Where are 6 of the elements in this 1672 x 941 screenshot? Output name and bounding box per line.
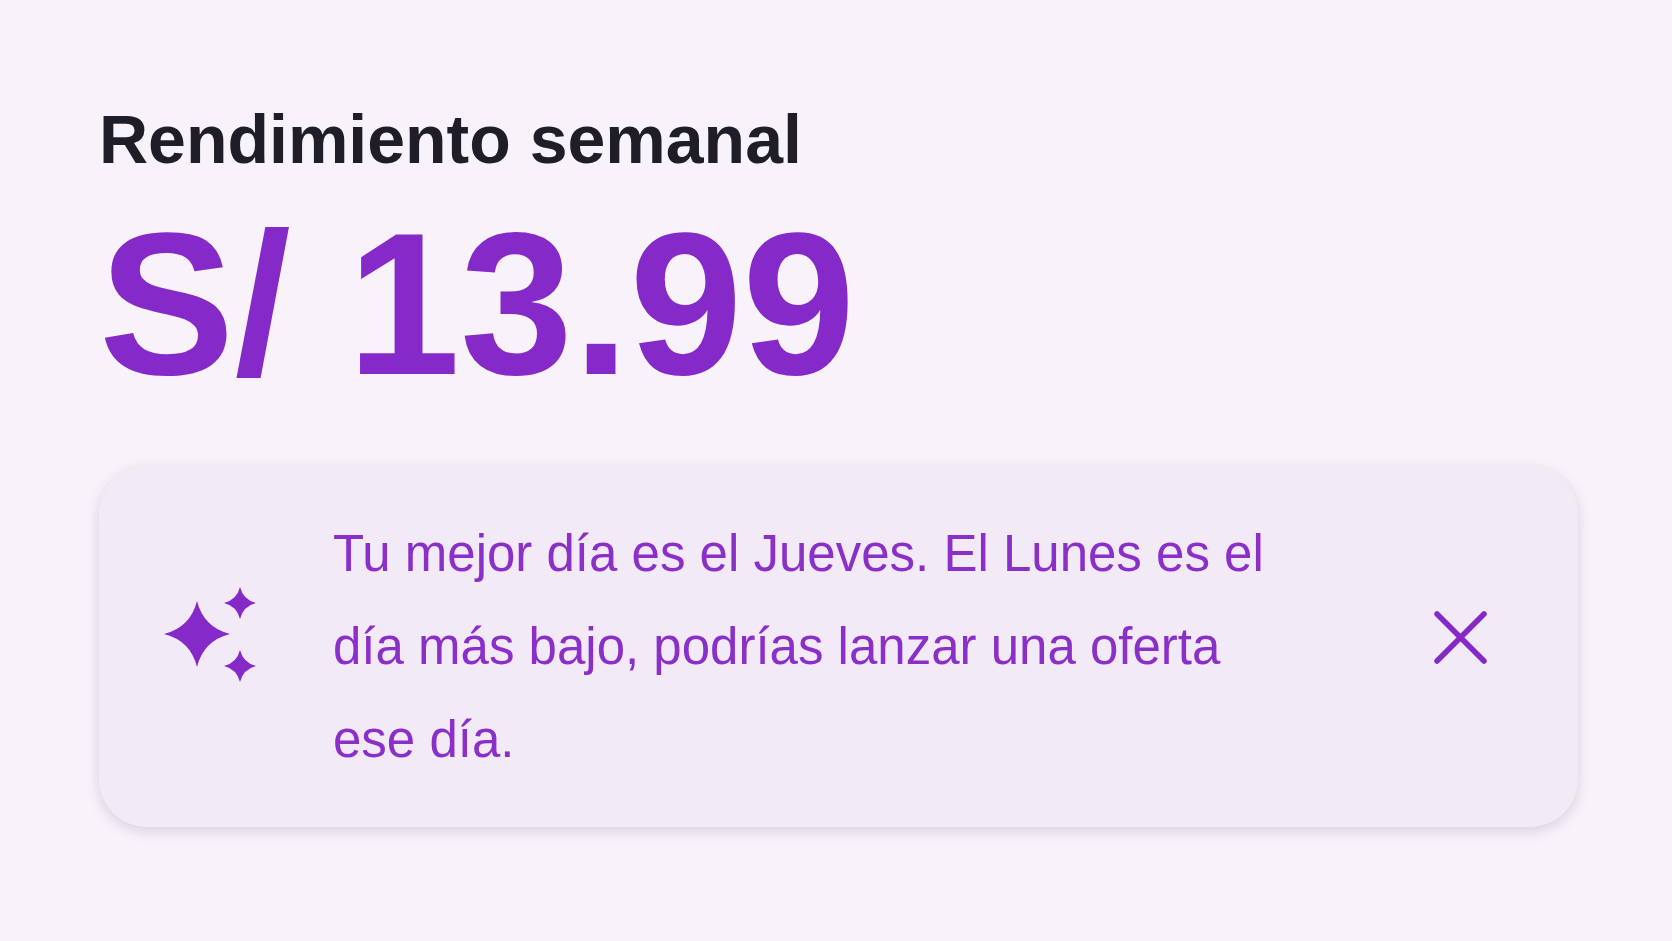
close-button[interactable] (1434, 611, 1487, 664)
section-title: Rendimiento semanal (99, 105, 802, 173)
insight-message: Tu mejor día es el Jueves. El Lunes es el día más bajo, podrías lanzar una oferta ese día. (333, 524, 1265, 770)
sparkle-icon (164, 587, 256, 682)
close-icon (1434, 611, 1487, 664)
amount-value: S/ 13.99 (99, 202, 856, 405)
